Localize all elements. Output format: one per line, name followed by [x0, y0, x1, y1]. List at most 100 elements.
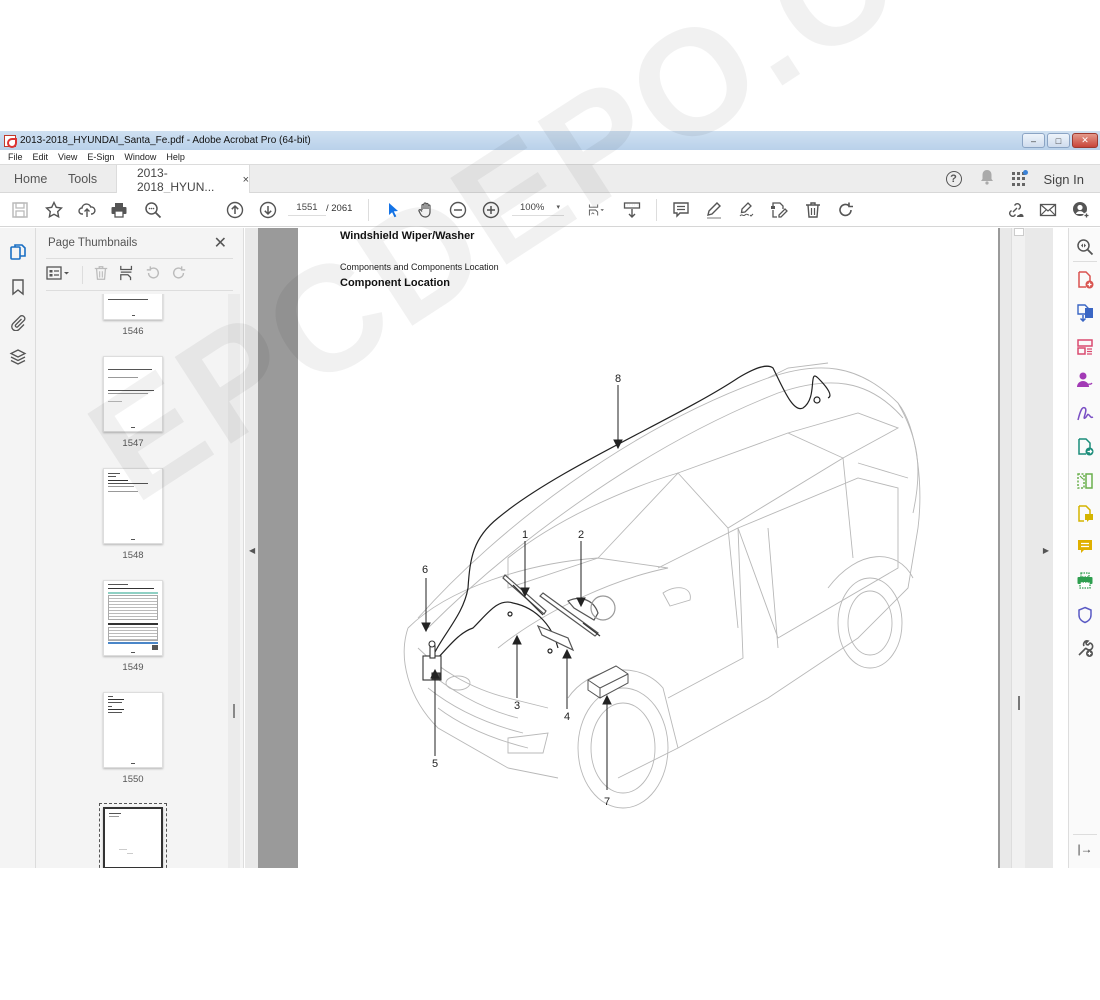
- rotate-icon[interactable]: [836, 200, 856, 220]
- menu-esign[interactable]: E-Sign: [87, 152, 114, 162]
- thumbnail-options-icon[interactable]: [46, 265, 72, 286]
- select-cursor-icon[interactable]: [383, 200, 403, 220]
- navigation-rail: [0, 228, 36, 868]
- page-total: / 2061: [326, 203, 353, 214]
- notifications-bell-icon[interactable]: [980, 169, 994, 190]
- menu-file[interactable]: File: [8, 152, 23, 162]
- thumbnail-page[interactable]: [103, 294, 163, 320]
- insert-pages-icon[interactable]: [119, 265, 135, 286]
- hand-icon[interactable]: [416, 200, 436, 220]
- menu-window[interactable]: Window: [124, 152, 156, 162]
- apps-grid-icon[interactable]: [1011, 170, 1028, 186]
- thumbnail-label: 1549: [122, 662, 144, 673]
- tab-close-icon[interactable]: ×: [243, 174, 249, 186]
- main-toolbar: 1551 / 2061 100% ▾: [0, 193, 1100, 227]
- print-production-icon[interactable]: [1076, 572, 1094, 590]
- comment-icon[interactable]: [671, 200, 691, 220]
- delete-pages-icon[interactable]: [93, 265, 109, 286]
- zoom-level-dropdown[interactable]: 100% ▾: [512, 202, 564, 216]
- thumbnail-page[interactable]: [103, 468, 163, 544]
- create-pdf-icon[interactable]: [1076, 271, 1094, 289]
- bookmarks-icon[interactable]: [9, 278, 27, 296]
- save-icon[interactable]: [10, 200, 30, 220]
- close-panel-icon[interactable]: ✕: [214, 233, 227, 253]
- bookmark-star-icon[interactable]: [44, 200, 64, 220]
- page-down-icon[interactable]: [258, 200, 278, 220]
- divider: [1073, 261, 1097, 262]
- sign-in-button[interactable]: Sign In: [1044, 172, 1084, 187]
- scrollbar-thumb[interactable]: [1014, 228, 1024, 236]
- window-controls: – □ ✕: [1022, 133, 1098, 148]
- menu-edit[interactable]: Edit: [33, 152, 49, 162]
- zoom-out-icon[interactable]: [448, 200, 468, 220]
- tools-rail: |→: [1068, 228, 1100, 868]
- chevron-down-icon: ▾: [556, 204, 560, 211]
- maximize-button[interactable]: □: [1047, 133, 1070, 148]
- compare-files-icon[interactable]: [1076, 472, 1094, 490]
- divider: [82, 266, 83, 284]
- callout-3: 3: [514, 700, 520, 712]
- help-icon[interactable]: ?: [945, 171, 962, 187]
- find-zoom-icon[interactable]: [143, 200, 163, 220]
- scrollbar-grip[interactable]: [1018, 696, 1020, 710]
- callout-1: 1: [522, 529, 528, 541]
- attachments-icon[interactable]: [9, 313, 27, 332]
- scroll-mode-icon[interactable]: [622, 200, 642, 220]
- protect-icon[interactable]: [1076, 606, 1094, 624]
- minimize-button[interactable]: –: [1022, 133, 1045, 148]
- page-fit-icon[interactable]: [584, 200, 610, 220]
- close-window-button[interactable]: ✕: [1072, 133, 1098, 148]
- more-tools-icon[interactable]: [1076, 640, 1094, 658]
- comment-tool-icon[interactable]: [1076, 538, 1094, 556]
- collapse-right-panel-icon[interactable]: ▶: [1043, 546, 1049, 555]
- thumbnail-scrollbar[interactable]: [228, 294, 240, 868]
- callout-6: 6: [422, 564, 428, 576]
- page-up-icon[interactable]: [225, 200, 245, 220]
- search-zoom-icon[interactable]: [1076, 238, 1094, 256]
- acrobat-app-icon: [4, 134, 17, 148]
- layers-icon[interactable]: [9, 348, 27, 366]
- document-scrollbar[interactable]: [1011, 228, 1025, 868]
- menu-help[interactable]: Help: [166, 152, 185, 162]
- edit-pdf-icon[interactable]: [769, 200, 789, 220]
- zoom-in-icon[interactable]: [481, 200, 501, 220]
- share-link-icon[interactable]: [1005, 200, 1025, 220]
- rotate-ccw-icon[interactable]: [145, 265, 161, 286]
- send-review-icon[interactable]: [1076, 438, 1094, 456]
- tab-document[interactable]: 2013-2018_HYUN... ×: [116, 165, 250, 194]
- organize-pages-icon[interactable]: [1076, 338, 1094, 356]
- fill-sign-icon[interactable]: [1076, 404, 1094, 422]
- acrobat-window: 2013-2018_HYUNDAI_Santa_Fe.pdf - Adobe A…: [0, 131, 1100, 868]
- component-location-diagram: 1 2 3 4 5 6 7 8: [403, 362, 921, 809]
- thumbnail-page-selected[interactable]: [99, 803, 167, 868]
- tab-tools[interactable]: Tools: [68, 165, 97, 193]
- highlight-icon[interactable]: [704, 200, 724, 220]
- sign-icon[interactable]: [736, 200, 756, 220]
- tab-document-label: 2013-2018_HYUN...: [137, 165, 215, 194]
- add-user-icon[interactable]: [1071, 200, 1091, 220]
- thumbnail-page[interactable]: [103, 580, 163, 656]
- delete-icon[interactable]: [803, 200, 823, 220]
- callout-2: 2: [578, 529, 584, 541]
- send-comments-icon[interactable]: [1076, 505, 1094, 523]
- divider: [46, 258, 233, 259]
- print-icon[interactable]: [109, 200, 129, 220]
- menu-view[interactable]: View: [58, 152, 77, 162]
- export-pdf-icon[interactable]: [1076, 304, 1094, 323]
- collapse-tools-icon[interactable]: |→: [1076, 842, 1094, 860]
- upload-cloud-icon[interactable]: [77, 200, 97, 220]
- title-bar: 2013-2018_HYUNDAI_Santa_Fe.pdf - Adobe A…: [0, 131, 1100, 150]
- page-thumbnails-icon[interactable]: [9, 243, 27, 261]
- collapse-left-panel-icon[interactable]: ◀: [249, 546, 255, 555]
- request-signature-icon[interactable]: [1076, 371, 1094, 389]
- panel-title: Page Thumbnails: [48, 237, 138, 249]
- page-number-input[interactable]: 1551: [288, 202, 326, 216]
- thumbnail-page[interactable]: [103, 692, 163, 768]
- document-view: ◀ Windshield Wiper/Washer Components and…: [245, 228, 1053, 868]
- email-icon[interactable]: [1038, 200, 1058, 220]
- rotate-cw-icon[interactable]: [171, 265, 187, 286]
- thumbnail-page[interactable]: [103, 356, 163, 432]
- wiper-assemblies: [502, 574, 616, 652]
- tab-bar: Home Tools 2013-2018_HYUN... × ? Sign In: [0, 164, 1100, 194]
- tab-home[interactable]: Home: [14, 165, 47, 193]
